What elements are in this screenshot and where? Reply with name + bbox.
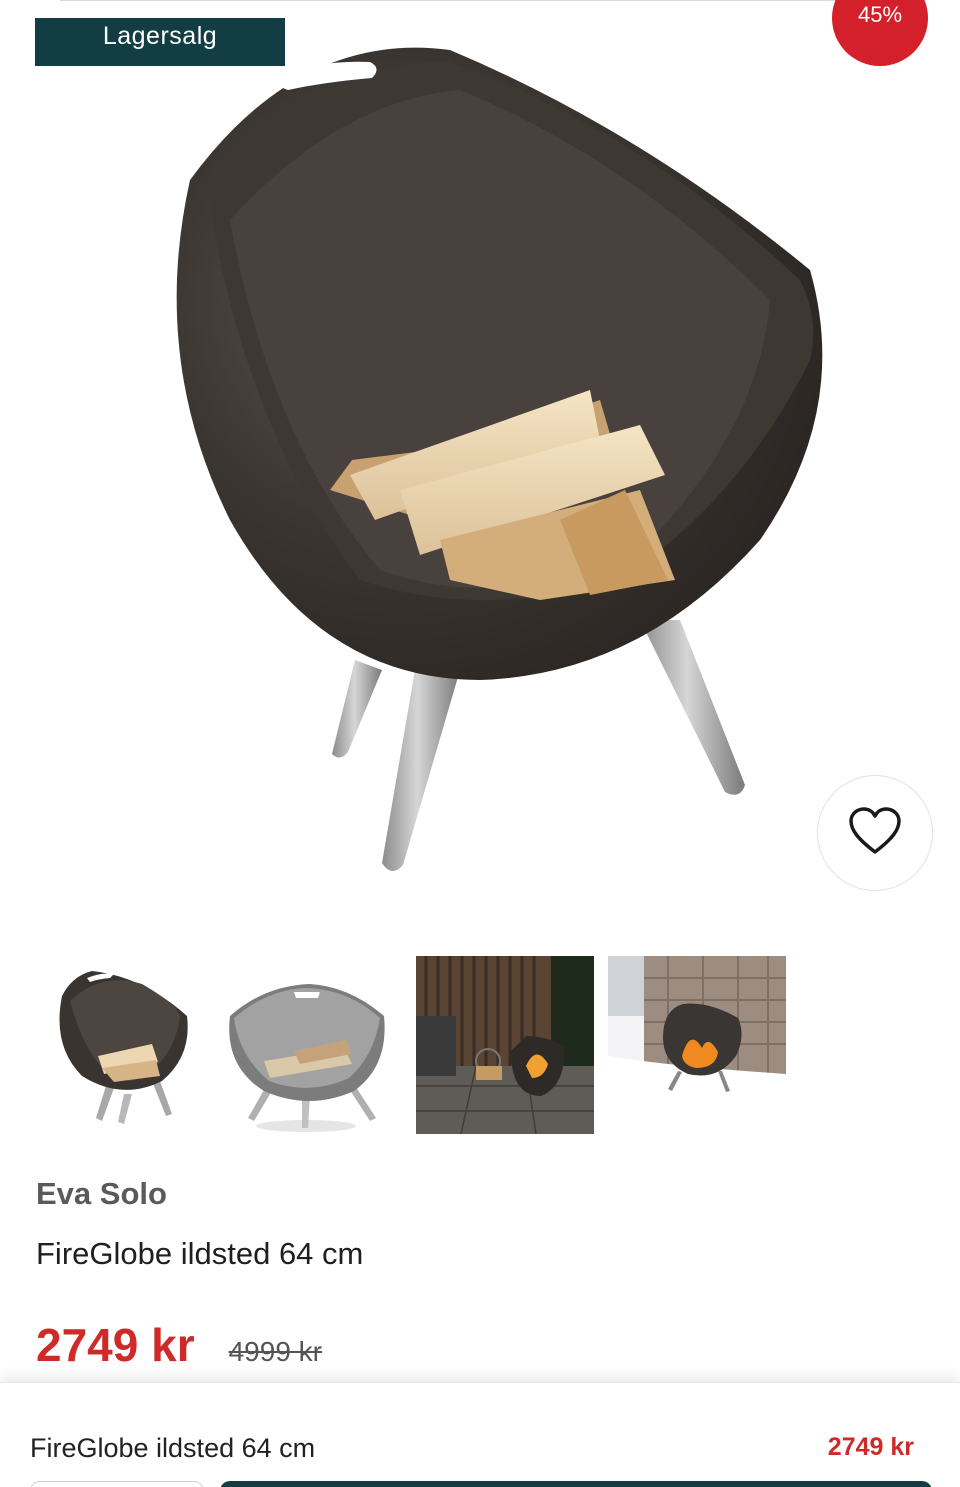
thumbnail-2[interactable]: [224, 956, 402, 1134]
sticky-product-title: FireGlobe ildsted 64 cm: [30, 1433, 316, 1463]
original-price: 4999 kr: [228, 1336, 323, 1367]
product-title: FireGlobe ildsted 64 cm: [36, 1236, 364, 1271]
product-main-image[interactable]: [120, 20, 840, 900]
stock-sale-badge: Lagersalg: [35, 18, 285, 66]
thumbnail-gallery: [32, 956, 786, 1134]
discount-badge: 45%: [832, 0, 928, 66]
thumbnail-3[interactable]: [416, 956, 594, 1134]
heart-outline-icon: [848, 806, 902, 861]
thumbnail-1[interactable]: [32, 956, 210, 1134]
price-row: 2749 kr 4999 kr: [36, 1318, 322, 1372]
top-divider: [60, 0, 920, 1]
thumbnail-4[interactable]: [608, 956, 786, 1134]
sticky-purchase-bar: FireGlobe ildsted 64 cm 2749 kr: [0, 1382, 960, 1487]
current-price: 2749 kr: [36, 1319, 195, 1371]
favorite-button[interactable]: [817, 775, 933, 891]
add-to-cart-button[interactable]: [220, 1481, 932, 1487]
product-brand[interactable]: Eva Solo: [36, 1176, 167, 1212]
quantity-selector[interactable]: [30, 1481, 204, 1487]
sticky-price: 2749 kr: [827, 1433, 914, 1461]
